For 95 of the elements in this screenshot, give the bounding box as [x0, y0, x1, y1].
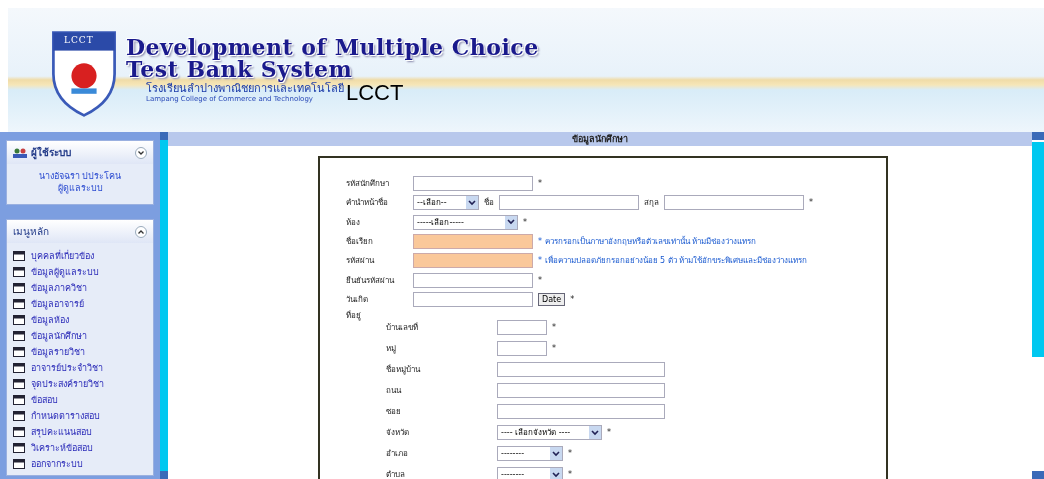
menu-link[interactable]: ข้อมูลห้อง [31, 313, 69, 327]
users-icon [13, 147, 27, 158]
menu-link[interactable]: ข้อมูลผู้ดูแลระบบ [31, 265, 99, 279]
panel-title: ผู้ใช้ระบบ [31, 145, 72, 160]
field-text: * [607, 428, 611, 438]
calendar-icon [13, 251, 25, 261]
input-field[interactable] [497, 362, 665, 378]
input-field[interactable] [413, 291, 533, 307]
menu-link[interactable]: บุคคลที่เกี่ยวข้อง [31, 249, 94, 263]
field-text: * [552, 323, 556, 333]
field-label: ซอย [386, 406, 402, 419]
input-field[interactable] [664, 195, 804, 211]
field-label: ที่อยู่ [346, 309, 362, 323]
menu-link[interactable]: กำหนดตารางสอบ [31, 409, 100, 423]
menu-link[interactable]: ข้อมูลอาจารย์ [31, 297, 84, 311]
collapse-icon[interactable] [135, 225, 147, 238]
input-field[interactable] [497, 383, 665, 399]
field-text: * [568, 449, 572, 459]
menu-link[interactable]: ข้อมูลรายวิชา [31, 345, 85, 359]
menu-link[interactable]: ข้อสอบ [31, 393, 58, 407]
panel-title: เมนูหลัก [13, 225, 50, 239]
menu-link[interactable]: ข้อมูลนักศึกษา [31, 329, 87, 343]
field-text: * [538, 275, 542, 285]
calendar-icon [13, 331, 25, 341]
brand-text: LCCT [346, 82, 404, 104]
menu-link[interactable]: จุดประสงค์รายวิชา [31, 377, 104, 391]
field-text: ชื่อ [484, 196, 494, 210]
field-label: ตำบล [386, 469, 406, 479]
dropdown[interactable]: -------- [497, 446, 563, 462]
school-name: โรงเรียนลำปางพาณิชยการและเทคโนโลยี [146, 82, 344, 95]
calendar-icon [13, 459, 25, 469]
chevron-down-icon [552, 450, 560, 457]
user-info-text: นางอัจฉรา ปประโคน [38, 170, 122, 182]
field-label: อำเภอ [386, 448, 409, 461]
calendar-icon [13, 427, 25, 437]
chevron-down-icon [468, 199, 476, 206]
input-field[interactable] [413, 176, 533, 192]
dropdown[interactable]: --เลือก-- [413, 195, 479, 211]
hint-text: * เพื่อความปลอดภัยกรอกอย่างน้อย 5 ตัว ห้ามใช้อักขระพิเศษและมีช่องว่างแทรก [538, 254, 808, 268]
calendar-icon [13, 299, 25, 309]
field-label: หมู่ [386, 343, 397, 356]
menu-link[interactable]: สรุปคะแนนสอบ [31, 425, 92, 439]
menu-link[interactable]: ออกจากระบบ [31, 457, 83, 471]
field-text: * [538, 179, 542, 189]
field-text: สกุล [644, 197, 659, 210]
chevron-down-icon [552, 471, 560, 478]
hint-text: * ควรกรอกเป็นภาษาอังกฤษหรือตัวเลขเท่านั้น ห้ามมีช่องว่างแทรก [538, 235, 757, 249]
field-text: * [570, 294, 575, 304]
field-label: บ้านเลขที่ [386, 321, 419, 335]
menu-link[interactable]: ข้อมูลภาควิชา [31, 281, 87, 295]
input-field[interactable] [497, 404, 665, 420]
input-field[interactable] [497, 341, 547, 357]
dropdown[interactable]: ---- เลือกจังหวัด ---- [497, 425, 602, 441]
calendar-icon [13, 395, 25, 405]
scrollbar[interactable] [1032, 132, 1044, 479]
input-field[interactable] [499, 195, 639, 211]
field-label: ห้อง [346, 216, 361, 229]
calendar-icon [13, 347, 25, 357]
field-label: ชื่อเรียก [346, 235, 374, 249]
field-text: * [523, 217, 527, 227]
dropdown[interactable]: -----เลือก----- [413, 214, 518, 230]
calendar-icon [13, 379, 25, 389]
input-field[interactable] [497, 320, 547, 336]
chevron-down-icon [507, 219, 515, 226]
logo-text: LCCT [64, 35, 94, 45]
user-info-text: ผู้ดูแลระบบ [57, 182, 103, 194]
calendar-icon [13, 283, 25, 293]
scrollbar[interactable] [160, 132, 168, 479]
page-title: ข้อมูลนักศึกษา [572, 133, 628, 146]
chevron-down-icon [591, 429, 599, 436]
calendar-icon [13, 363, 25, 373]
dropdown[interactable]: -------- [497, 467, 563, 479]
field-label: คำนำหน้าชื่อ [346, 196, 389, 210]
menu-link[interactable]: วิเคราะห์ข้อสอบ [31, 441, 93, 455]
field-text: * [552, 344, 556, 354]
calendar-icon [13, 267, 25, 277]
field-label: รหัสผ่าน [346, 255, 376, 268]
date-button[interactable]: Date [538, 292, 566, 306]
input-field[interactable] [413, 234, 533, 250]
field-label: จังหวัด [386, 427, 410, 440]
menu-link[interactable]: อาจารย์ประจำวิชา [31, 361, 103, 375]
input-field[interactable] [413, 272, 533, 288]
field-label: ยืนยันรหัสผ่าน [346, 274, 396, 287]
calendar-icon [13, 443, 25, 453]
field-text: * [568, 470, 572, 479]
field-label: ชื่อหมู่บ้าน [386, 363, 422, 377]
field-label: ถนน [386, 385, 403, 398]
site-title: Development of Multiple Choice [126, 36, 539, 58]
field-text: * [809, 198, 813, 208]
collapse-icon[interactable] [135, 146, 147, 159]
input-field[interactable] [413, 253, 533, 269]
calendar-icon [13, 411, 25, 421]
field-label: รหัสนักศึกษา [346, 178, 390, 191]
field-label: วันเกิด [346, 293, 369, 306]
calendar-icon [13, 315, 25, 325]
